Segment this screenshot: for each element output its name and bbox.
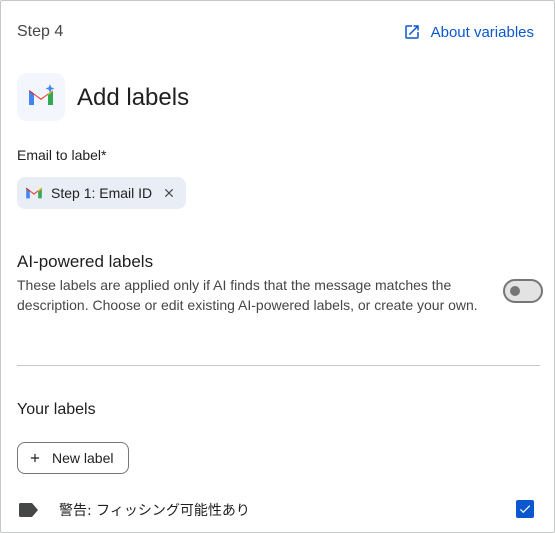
label-checkbox[interactable] bbox=[516, 500, 534, 518]
new-label-button[interactable]: New label bbox=[17, 442, 130, 474]
label-item[interactable]: 警告: フィッシング可能性あり bbox=[17, 497, 542, 523]
plus-icon bbox=[30, 453, 40, 463]
ai-labels-toggle[interactable] bbox=[503, 279, 543, 303]
about-variables-label: About variables bbox=[430, 23, 534, 41]
gmail-app-tile bbox=[17, 73, 65, 121]
checkmark-icon bbox=[519, 505, 531, 514]
step-label: Step 4 bbox=[17, 23, 64, 40]
close-icon[interactable] bbox=[162, 186, 176, 200]
toggle-knob bbox=[510, 286, 520, 296]
chip-label: Step 1: Email ID bbox=[51, 185, 153, 201]
step-panel: Step 4 About variables Add labels Email … bbox=[0, 0, 555, 533]
ai-labels-description: These labels are applied only if AI find… bbox=[17, 277, 478, 313]
your-labels-title: Your labels bbox=[17, 401, 96, 418]
about-variables-link[interactable]: About variables bbox=[403, 23, 534, 41]
gmail-icon bbox=[29, 84, 55, 105]
page-title: Add labels bbox=[77, 84, 190, 111]
email-to-label-label: Email to label* bbox=[17, 147, 107, 163]
label-name: 警告: フィッシング可能性あり bbox=[59, 503, 250, 519]
email-id-chip[interactable]: Step 1: Email ID bbox=[17, 177, 187, 209]
open-in-new-icon bbox=[404, 25, 419, 39]
new-label-button-label: New label bbox=[52, 450, 114, 466]
section-divider bbox=[17, 365, 540, 366]
gmail-icon bbox=[26, 187, 42, 199]
label-tag-icon bbox=[19, 503, 38, 517]
ai-labels-title: AI-powered labels bbox=[17, 252, 154, 271]
